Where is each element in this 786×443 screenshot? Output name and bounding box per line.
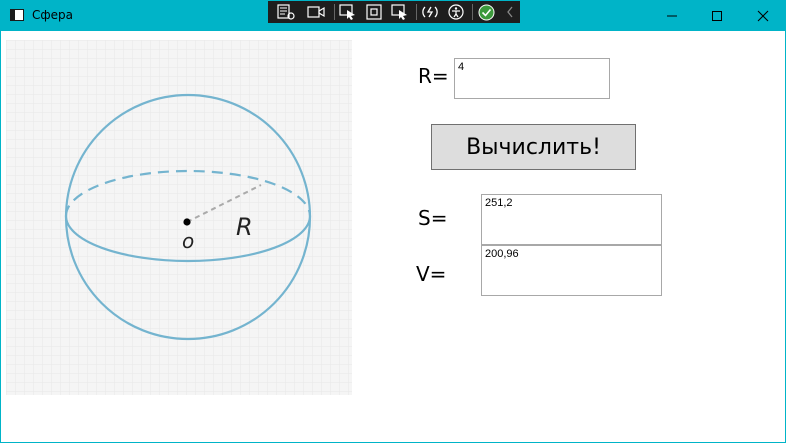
volume-label: V=	[416, 262, 447, 286]
live-visual-tree-icon[interactable]	[274, 1, 298, 23]
toolbar-separator	[416, 4, 417, 20]
maximize-icon	[712, 10, 722, 21]
display-layout-adorners-icon[interactable]	[362, 1, 386, 23]
record-icon[interactable]	[304, 1, 328, 23]
select-element-icon[interactable]	[336, 1, 360, 23]
sphere-image: o R	[6, 40, 352, 395]
collapse-toolbar-icon[interactable]	[498, 1, 522, 23]
center-point	[183, 218, 191, 226]
title-bar[interactable]: Сфера	[1, 0, 786, 31]
calculate-button[interactable]: Вычислить!	[431, 124, 636, 170]
surface-area-label: S=	[418, 206, 448, 230]
xaml-debug-toolbar	[268, 1, 520, 23]
sphere-diagram: o R	[6, 40, 352, 395]
track-focus-icon[interactable]	[388, 1, 412, 23]
radius-input-label: R=	[418, 64, 449, 88]
toolbar-separator	[472, 4, 473, 20]
hot-reload-icon[interactable]	[418, 1, 442, 23]
close-button[interactable]	[740, 0, 786, 31]
app-window-icon	[10, 9, 24, 21]
radius-label: R	[236, 213, 253, 241]
close-icon	[757, 10, 769, 21]
binding-ok-icon[interactable]	[474, 1, 498, 23]
minimize-icon	[667, 15, 677, 16]
surface-area-output[interactable]: 251,2	[481, 194, 662, 245]
app-window: Сфера o R R= 4 Вычислить! S= 251,2 V= 20…	[0, 0, 786, 443]
center-label: o	[182, 229, 194, 253]
window-title: Сфера	[32, 8, 73, 22]
toolbar-separator	[334, 4, 335, 20]
maximize-button[interactable]	[694, 0, 740, 31]
volume-output[interactable]: 200,96	[481, 245, 662, 296]
minimize-button[interactable]	[649, 0, 695, 31]
radius-input[interactable]: 4	[454, 58, 610, 99]
accessibility-icon[interactable]	[444, 1, 468, 23]
